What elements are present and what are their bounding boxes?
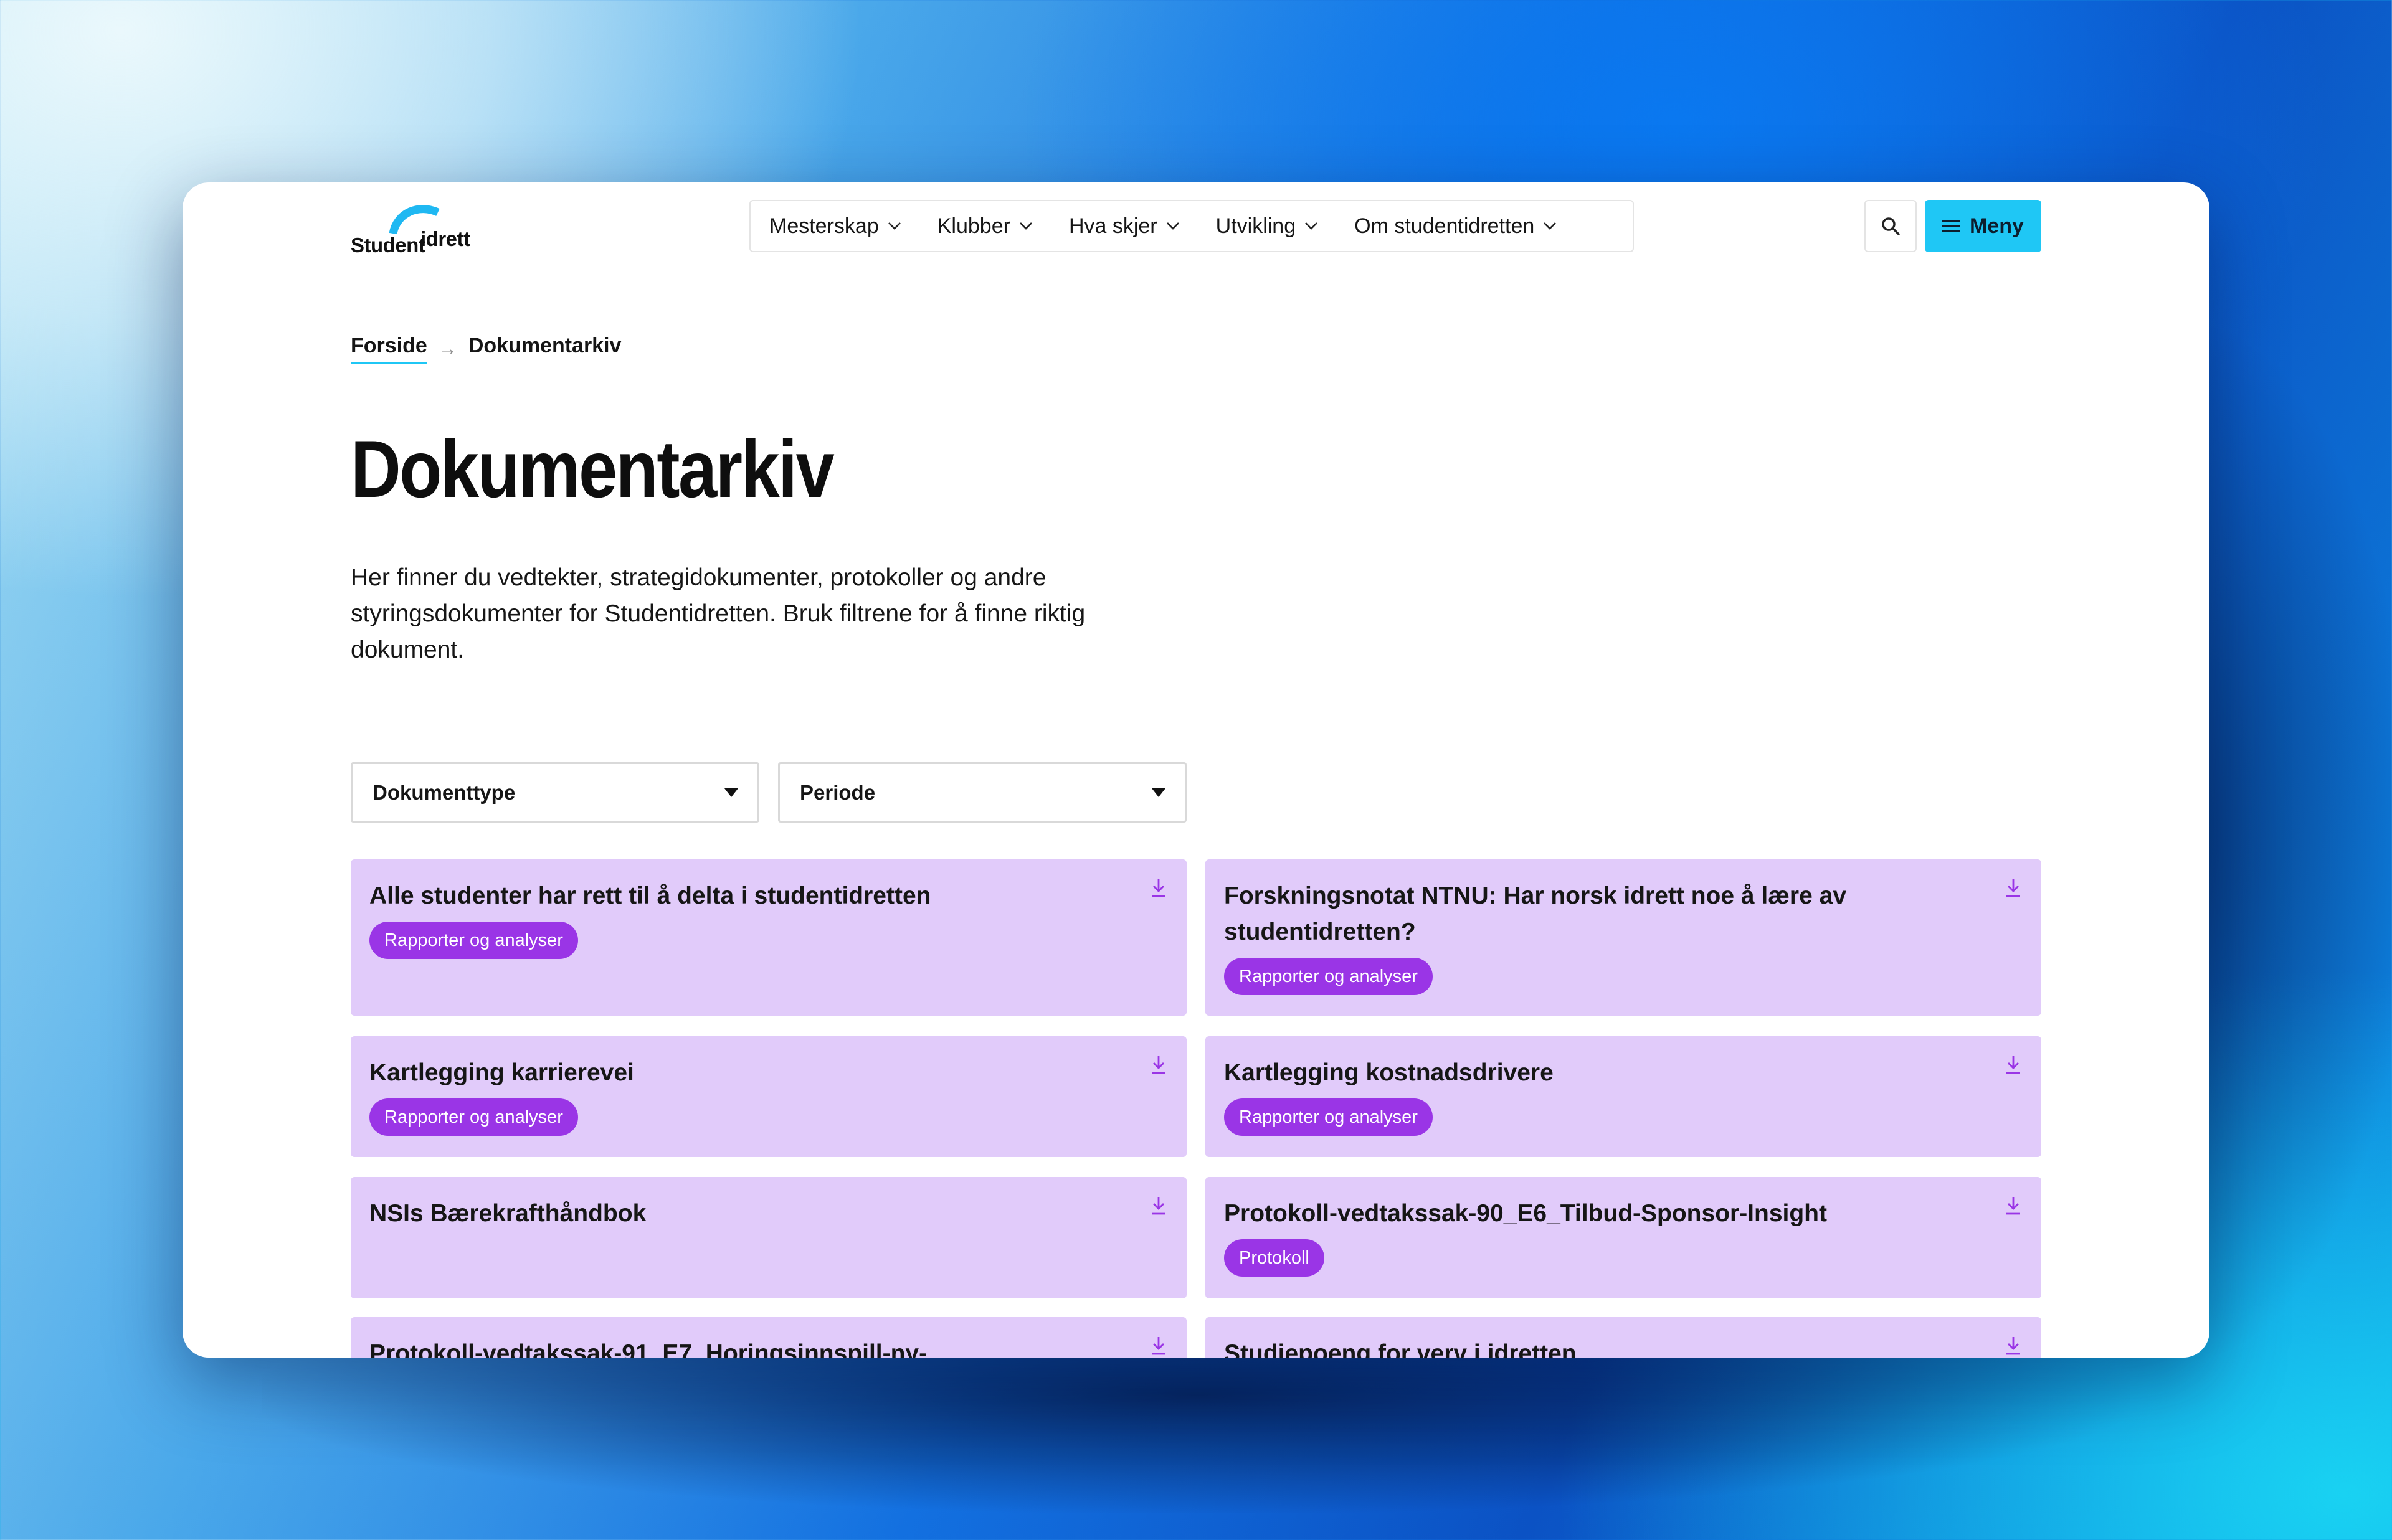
document-tag: Protokoll (1224, 1239, 1324, 1277)
menu-button-label: Meny (1970, 214, 2024, 238)
nav-item-label: Utvikling (1215, 214, 1296, 238)
nav-item-label: Mesterskap (769, 214, 879, 238)
document-card[interactable]: Kartlegging kostnadsdrivere Rapporter og… (1205, 1036, 2041, 1157)
select-label: Dokumenttype (373, 780, 516, 804)
period-select[interactable]: Periode (778, 762, 1187, 823)
chevron-down-icon (1544, 222, 1557, 230)
document-title: Studiepoeng for verv i idretten (1224, 1340, 1577, 1358)
caret-down-icon (1152, 788, 1165, 797)
page-title: Dokumentarkiv (351, 423, 835, 514)
document-title: Alle studenter har rett til å delta i st… (369, 882, 931, 909)
download-icon[interactable] (1149, 1196, 1168, 1216)
download-icon[interactable] (1149, 878, 1168, 898)
nav-item-hva-skjer[interactable]: Hva skjer (1069, 214, 1180, 239)
caret-down-icon (724, 788, 738, 797)
download-icon[interactable] (2004, 1055, 2023, 1075)
document-card[interactable]: Protokoll-vedtakssak-90_E6_Tilbud-Sponso… (1205, 1177, 2041, 1298)
select-label: Periode (800, 780, 876, 804)
nav-item-mesterskap[interactable]: Mesterskap (769, 214, 901, 239)
document-tag: Rapporter og analyser (369, 1098, 578, 1136)
breadcrumb-home-link[interactable]: Forside (351, 334, 427, 364)
hamburger-icon (1942, 220, 1960, 232)
document-card[interactable]: Kartlegging karrierevei Rapporter og ana… (351, 1036, 1187, 1157)
chevron-down-icon (1020, 222, 1032, 230)
document-tag: Rapporter og analyser (1224, 1098, 1433, 1136)
breadcrumb: Forside → Dokumentarkiv (351, 334, 621, 364)
document-card[interactable]: Alle studenter har rett til å delta i st… (351, 859, 1187, 1016)
chevron-down-icon (888, 222, 901, 230)
site-logo[interactable]: Student idrett (351, 201, 482, 257)
document-title: Kartlegging karrierevei (369, 1059, 634, 1086)
nav-item-klubber[interactable]: Klubber (937, 214, 1033, 239)
chevron-down-icon (1305, 222, 1318, 230)
browser-window: Student idrett Mesterskap Klubber Hva sk… (183, 182, 2209, 1358)
document-card[interactable]: Protokoll-vedtakssak-91_E7_Horingsinnspi… (351, 1317, 1187, 1358)
document-tag: Rapporter og analyser (1224, 958, 1433, 995)
nav-item-utvikling[interactable]: Utvikling (1216, 214, 1318, 239)
download-icon[interactable] (2004, 1336, 2023, 1356)
logo-text-idrett: idrett (420, 227, 470, 250)
breadcrumb-current: Dokumentarkiv (468, 334, 622, 357)
nav-item-label: Om studentidretten (1354, 214, 1535, 238)
search-button[interactable] (1864, 200, 1917, 252)
logo-text-student: Student (351, 234, 425, 257)
download-icon[interactable] (2004, 1196, 2023, 1216)
breadcrumb-arrow-icon: → (438, 338, 457, 359)
document-title: NSIs Bærekrafthåndbok (369, 1200, 647, 1227)
document-type-select[interactable]: Dokumenttype (351, 762, 759, 823)
chevron-down-icon (1166, 222, 1179, 230)
document-title: Protokoll-vedtakssak-91_E7_Horingsinnspi… (369, 1340, 928, 1358)
document-card[interactable]: NSIs Bærekrafthåndbok (351, 1177, 1187, 1298)
nav-item-label: Hva skjer (1068, 214, 1157, 238)
document-card[interactable]: Forskningsnotat NTNU: Har norsk idrett n… (1205, 859, 2041, 1016)
document-title: Protokoll-vedtakssak-90_E6_Tilbud-Sponso… (1224, 1200, 1827, 1227)
menu-button[interactable]: Meny (1925, 200, 2041, 252)
main-nav: Mesterskap Klubber Hva skjer Utvikling O… (749, 200, 1634, 252)
document-title: Kartlegging kostnadsdrivere (1224, 1059, 1554, 1086)
nav-item-om-studentidretten[interactable]: Om studentidretten (1354, 214, 1557, 239)
download-icon[interactable] (2004, 878, 2023, 898)
page-content: Student idrett Mesterskap Klubber Hva sk… (351, 182, 2043, 1358)
search-icon (1882, 217, 1900, 235)
document-card[interactable]: Studiepoeng for verv i idretten (1205, 1317, 2041, 1358)
download-icon[interactable] (1149, 1055, 1168, 1075)
download-icon[interactable] (1149, 1336, 1168, 1356)
nav-item-label: Klubber (937, 214, 1010, 238)
document-tag: Rapporter og analyser (369, 922, 578, 959)
document-title: Forskningsnotat NTNU: Har norsk idrett n… (1224, 882, 1847, 945)
page-intro: Her finner du vedtekter, strategidokumen… (351, 564, 1086, 663)
